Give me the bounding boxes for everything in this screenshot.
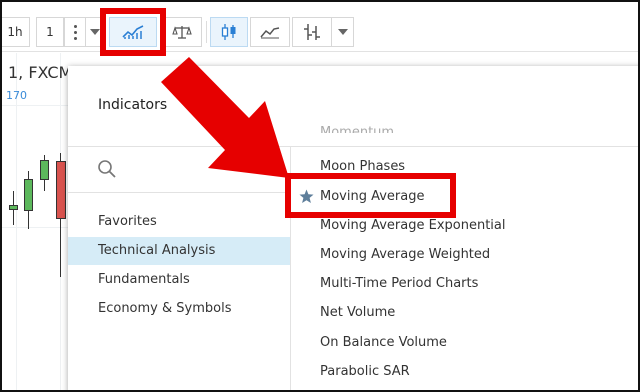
- annotation-arrow: [161, 57, 289, 178]
- screenshot-frame: 1h 1 1, FXCM 170 Indicators Favorites Te…: [0, 0, 640, 392]
